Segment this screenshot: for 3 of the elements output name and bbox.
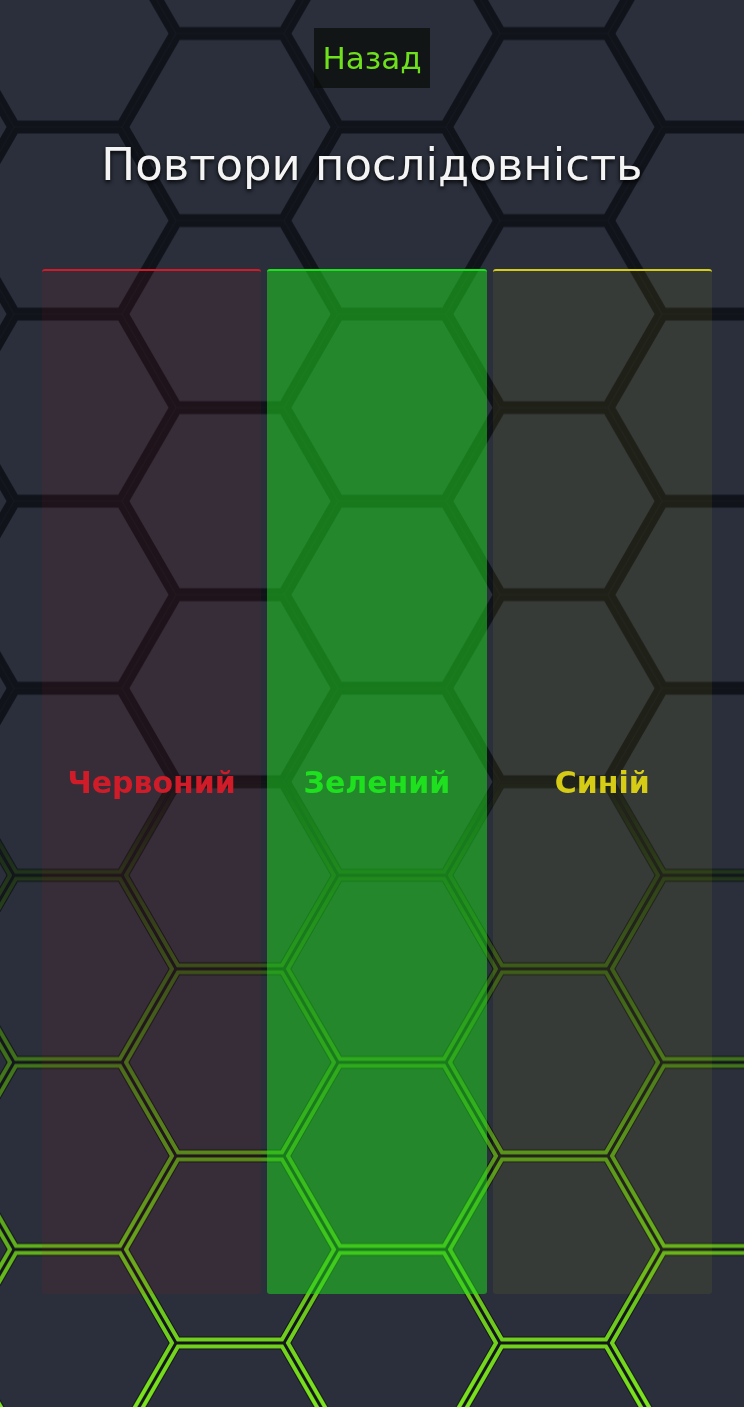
color-button[interactable]: Синій	[492, 269, 712, 1294]
back-button[interactable]: Назад	[314, 28, 430, 88]
title: Повтори послідовність	[101, 138, 643, 191]
